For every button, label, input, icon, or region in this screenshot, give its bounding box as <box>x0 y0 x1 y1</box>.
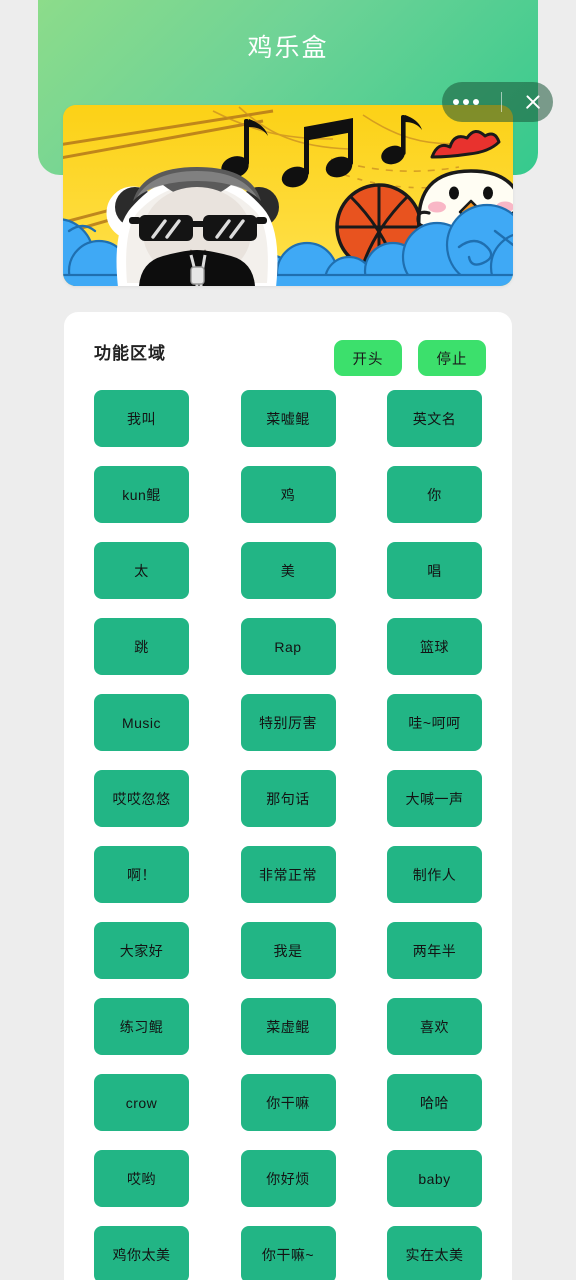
mini-program-page: 鸡乐盒 功能区域 开头 停止 我叫 菜嘘鲲 英文名 kun鲲 鸡 你 太 美 唱… <box>0 0 576 1280</box>
sound-button[interactable]: 大喊一声 <box>387 770 482 827</box>
banner-image[interactable] <box>63 105 513 286</box>
sound-button[interactable]: 太 <box>94 542 189 599</box>
section-title: 功能区域 <box>94 344 166 363</box>
sound-button[interactable]: 我叫 <box>94 390 189 447</box>
sound-button[interactable]: 菜嘘鲲 <box>240 390 336 447</box>
sound-button[interactable]: 哎哟 <box>94 1150 189 1207</box>
sound-button[interactable]: 啊！ <box>94 846 189 903</box>
sound-button[interactable]: 实在太美 <box>387 1226 482 1280</box>
sound-button[interactable]: 跳 <box>94 618 189 675</box>
sound-button[interactable]: 哎哎忽悠 <box>94 770 189 827</box>
sound-button[interactable]: 你干嘛 <box>240 1074 336 1131</box>
sound-button[interactable]: 练习鲲 <box>94 998 189 1055</box>
sound-button[interactable]: baby <box>387 1150 482 1207</box>
start-button[interactable]: 开头 <box>334 340 402 376</box>
sound-button[interactable]: 菜虚鲲 <box>240 998 336 1055</box>
function-card: 功能区域 开头 停止 我叫 菜嘘鲲 英文名 kun鲲鸡你太美唱跳 Rap 篮球 Music 特… <box>64 312 512 1280</box>
capsule-divider <box>501 92 502 112</box>
sound-button[interactable]: 英文名 <box>387 390 482 447</box>
capsule-menu[interactable] <box>442 82 553 122</box>
sound-button[interactable]: 鸡你太美 <box>94 1226 189 1280</box>
banner-illustration <box>63 105 513 286</box>
sound-button-grid: 我叫 菜嘘鲲 英文名 kun鲲鸡你太美唱跳 Rap 篮球 Music 特别厉害 哇~呵呵 哎哎忽悠… <box>64 390 512 1280</box>
sound-button[interactable]: 鸡 <box>240 466 336 523</box>
sound-button[interactable]: 两年半 <box>387 922 482 979</box>
sound-button[interactable]: 篮球 <box>387 618 482 675</box>
sound-button[interactable]: Rap <box>240 618 336 675</box>
sound-button[interactable]: 你好烦 <box>240 1150 336 1207</box>
sound-button[interactable]: 唱 <box>387 542 482 599</box>
sound-button[interactable]: 你 <box>387 466 482 523</box>
stop-button[interactable]: 停止 <box>418 340 486 376</box>
sound-button[interactable]: 你干嘛~ <box>240 1226 336 1280</box>
function-card-header: 功能区域 开头 停止 <box>64 312 512 390</box>
page-title: 鸡乐盒 <box>247 34 329 62</box>
sound-button[interactable]: 喜欢 <box>387 998 482 1055</box>
sound-button[interactable]: 非常正常 <box>240 846 336 903</box>
sound-button[interactable]: 特别厉害 <box>240 694 336 751</box>
close-icon[interactable] <box>524 93 542 111</box>
sound-button[interactable]: 大家好 <box>94 922 189 979</box>
sound-button[interactable]: kun鲲 <box>94 466 189 523</box>
sound-button[interactable]: crow <box>94 1074 189 1131</box>
sound-button[interactable]: Music <box>94 694 189 751</box>
sound-button[interactable]: 我是 <box>240 922 336 979</box>
sound-button[interactable]: 制作人 <box>387 846 482 903</box>
more-dots-icon[interactable] <box>453 99 479 105</box>
sound-button[interactable]: 哈哈 <box>387 1074 482 1131</box>
sound-button[interactable]: 美 <box>240 542 336 599</box>
header-action-group: 开头 停止 <box>334 340 486 376</box>
sound-button[interactable]: 那句话 <box>240 770 336 827</box>
sound-button[interactable]: 哇~呵呵 <box>387 694 482 751</box>
